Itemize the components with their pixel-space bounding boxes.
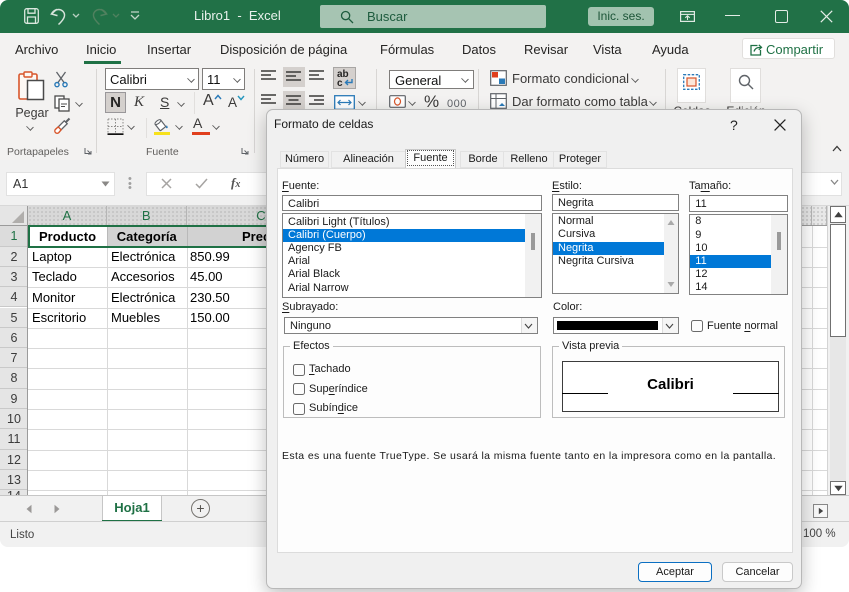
svg-text:c: c (337, 78, 343, 88)
